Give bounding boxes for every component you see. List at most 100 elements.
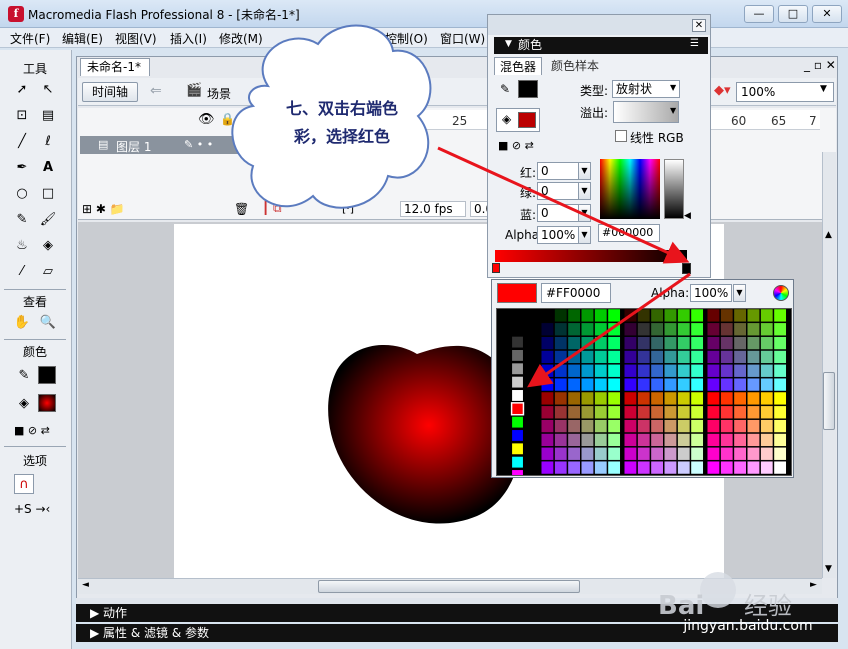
swatch-cell[interactable] bbox=[567, 460, 581, 475]
swatch-cell[interactable] bbox=[594, 447, 608, 461]
swatch-cell[interactable] bbox=[664, 419, 677, 433]
swatch-cell[interactable] bbox=[706, 391, 720, 406]
swatch-cell[interactable] bbox=[677, 447, 691, 461]
swatch-cell[interactable] bbox=[650, 350, 664, 364]
blue-input[interactable]: 0 bbox=[537, 204, 579, 222]
swatch-cell[interactable] bbox=[690, 419, 704, 433]
swatch-cell[interactable] bbox=[706, 433, 720, 447]
eye-icon[interactable]: 👁 bbox=[198, 112, 215, 127]
swatch-cell[interactable] bbox=[677, 364, 691, 378]
swatch-cell[interactable] bbox=[581, 322, 594, 336]
swatch-cell[interactable] bbox=[747, 460, 760, 475]
swatch-cell[interactable] bbox=[773, 391, 787, 406]
minimize-button[interactable]: — bbox=[744, 5, 774, 23]
line-tool-icon[interactable]: ╱ bbox=[12, 132, 32, 152]
swatch-cell[interactable] bbox=[690, 405, 704, 419]
swatch-cell[interactable] bbox=[554, 447, 568, 461]
stroke-swatch[interactable] bbox=[518, 80, 538, 98]
ink-bottle-tool-icon[interactable]: ♨ bbox=[12, 236, 32, 256]
selection-tool-icon[interactable]: ➚ bbox=[12, 80, 32, 100]
swatch-cell[interactable] bbox=[540, 350, 554, 364]
swatch-cell[interactable] bbox=[690, 447, 704, 461]
swatch-cell[interactable] bbox=[554, 364, 568, 378]
swatch-cell[interactable] bbox=[773, 322, 787, 336]
swatch-cell[interactable] bbox=[554, 350, 568, 364]
swatch-cell[interactable] bbox=[733, 364, 747, 378]
swatch-cell[interactable] bbox=[540, 336, 554, 350]
swatch-cell[interactable] bbox=[706, 364, 720, 378]
swatch-cell[interactable] bbox=[607, 419, 621, 433]
swatch-cell[interactable] bbox=[720, 405, 734, 419]
swatch-cell[interactable] bbox=[664, 391, 677, 406]
panel-menu-icon[interactable]: ☰ bbox=[690, 38, 699, 49]
swatch-cell[interactable] bbox=[594, 391, 608, 406]
swatch-cell[interactable] bbox=[664, 364, 677, 378]
scroll-left-icon[interactable]: ◄ bbox=[82, 580, 89, 590]
eyedropper-tool-icon[interactable]: ⁄ bbox=[12, 262, 32, 282]
swatch-cell[interactable] bbox=[554, 460, 568, 475]
swatch-cell[interactable] bbox=[690, 350, 704, 364]
brightness-slider[interactable] bbox=[664, 159, 684, 219]
fill-color-swatch[interactable] bbox=[38, 394, 56, 412]
eraser-tool-icon[interactable]: ▱ bbox=[38, 262, 58, 282]
swatch-cell[interactable] bbox=[733, 433, 747, 447]
swatch-cell[interactable] bbox=[623, 309, 637, 323]
swatch-cell[interactable] bbox=[637, 322, 651, 336]
scroll-up-icon[interactable]: ▲ bbox=[825, 230, 832, 240]
swatch-cell[interactable] bbox=[623, 433, 637, 447]
swatch-cell[interactable] bbox=[760, 322, 774, 336]
swatch-cell[interactable] bbox=[706, 309, 720, 323]
swatch-cell[interactable] bbox=[747, 364, 760, 378]
swatch-cell[interactable] bbox=[690, 391, 704, 406]
swatch-cell[interactable] bbox=[540, 391, 554, 406]
swatch-cell[interactable] bbox=[677, 309, 691, 323]
zoom-tool-icon[interactable]: 🔍 bbox=[38, 313, 58, 333]
chevron-down-icon[interactable]: ▼ bbox=[670, 83, 676, 92]
swatch-cell[interactable] bbox=[747, 391, 760, 406]
swatch-cell[interactable] bbox=[733, 419, 747, 433]
swatch-cell[interactable] bbox=[760, 433, 774, 447]
swatch-cell[interactable] bbox=[637, 391, 651, 406]
blue-slider-button[interactable]: ▼ bbox=[578, 204, 591, 222]
green-slider-button[interactable]: ▼ bbox=[578, 182, 591, 200]
swatch-cell[interactable] bbox=[607, 350, 621, 364]
swatch-cell[interactable] bbox=[637, 433, 651, 447]
swatch-cell[interactable] bbox=[650, 364, 664, 378]
swatch-cell[interactable] bbox=[554, 377, 568, 392]
pen-tool-icon[interactable]: ✒ bbox=[12, 158, 32, 178]
swatch-cell[interactable] bbox=[677, 322, 691, 336]
swatch-cell[interactable] bbox=[594, 433, 608, 447]
swatch-selected[interactable] bbox=[511, 402, 524, 416]
swatch-cell[interactable] bbox=[554, 419, 568, 433]
swatch-cell[interactable] bbox=[637, 419, 651, 433]
swatch-cell[interactable] bbox=[594, 419, 608, 433]
swatch-cell[interactable] bbox=[773, 405, 787, 419]
swatch-cell[interactable] bbox=[720, 433, 734, 447]
swatch-cell[interactable] bbox=[511, 415, 524, 429]
swatch-cell[interactable] bbox=[650, 419, 664, 433]
swatch-cell[interactable] bbox=[706, 405, 720, 419]
swatch-cell[interactable] bbox=[511, 322, 524, 336]
swatch-cell[interactable] bbox=[607, 405, 621, 419]
mixer-drag-bar[interactable] bbox=[488, 15, 710, 35]
swap-colors-icon[interactable]: ■ ⊘ ⇄ bbox=[14, 424, 50, 437]
swatch-cell[interactable] bbox=[664, 377, 677, 392]
swatch-cell[interactable] bbox=[567, 377, 581, 392]
stroke-pencil-icon[interactable]: ✎ bbox=[500, 82, 510, 96]
text-tool-icon[interactable]: A bbox=[38, 158, 58, 178]
swatch-cell[interactable] bbox=[690, 309, 704, 323]
swatch-cell[interactable] bbox=[677, 350, 691, 364]
swatch-cell[interactable] bbox=[650, 322, 664, 336]
swatch-cell[interactable] bbox=[747, 309, 760, 323]
swatch-cell[interactable] bbox=[607, 336, 621, 350]
brightness-pointer-icon[interactable]: ◀ bbox=[684, 211, 691, 221]
swatch-cell[interactable] bbox=[511, 362, 524, 376]
swatch-cell[interactable] bbox=[760, 377, 774, 392]
stroke-color-swatch[interactable] bbox=[38, 366, 56, 384]
swatch-cell[interactable] bbox=[677, 433, 691, 447]
doc-window-controls[interactable]: _ ▫ ✕ bbox=[804, 58, 836, 72]
swatch-cell[interactable] bbox=[706, 460, 720, 475]
swatch-cell[interactable] bbox=[623, 377, 637, 392]
fill-transform-tool-icon[interactable]: ▤ bbox=[38, 106, 58, 126]
swatch-cell[interactable] bbox=[637, 350, 651, 364]
